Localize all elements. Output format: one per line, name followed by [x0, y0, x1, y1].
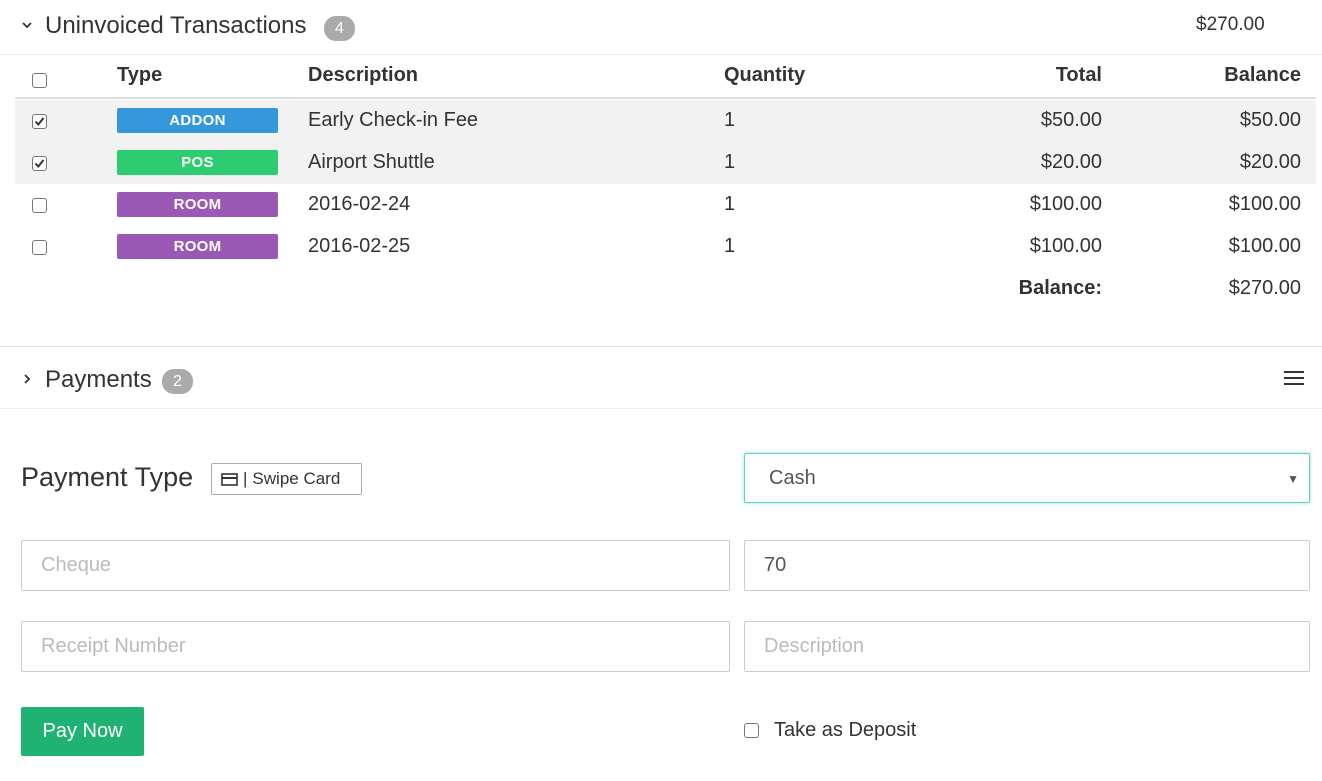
row-checkbox[interactable] [32, 240, 47, 255]
select-all-checkbox[interactable] [32, 73, 47, 88]
type-tag: ROOM [117, 192, 278, 217]
balance-label: Balance: [1018, 277, 1102, 299]
chevron-down-icon[interactable] [20, 18, 34, 32]
table-row[interactable]: ROOM 2016-02-24 1 $100.00 $100.00 [15, 184, 1316, 226]
checkmark-icon [34, 159, 45, 169]
table-row[interactable]: POS Airport Shuttle 1 $20.00 $20.00 [15, 142, 1316, 184]
payment-method-select[interactable]: Cash ▼ [744, 453, 1310, 503]
column-header-total: Total [1055, 64, 1102, 86]
row-balance: $20.00 [1239, 151, 1301, 173]
description-placeholder: Description [764, 635, 865, 657]
column-header-type: Type [117, 64, 163, 86]
row-quantity: 1 [724, 193, 736, 215]
table-row[interactable]: ADDON Early Check-in Fee 1 $50.00 $50.00 [15, 100, 1316, 142]
take-as-deposit-label: Take as Deposit [774, 719, 917, 741]
row-total: $50.00 [1040, 109, 1102, 131]
payment-method-value: Cash [769, 466, 816, 489]
type-tag: POS [117, 150, 278, 175]
payment-type-label: Payment Type [21, 462, 194, 492]
pay-now-button[interactable]: Pay Now [21, 707, 144, 756]
row-balance: $100.00 [1228, 193, 1301, 215]
row-balance: $100.00 [1228, 235, 1301, 257]
balance-value: $270.00 [1228, 277, 1301, 299]
payments-title[interactable]: Payments [45, 366, 152, 394]
type-tag: ADDON [117, 108, 278, 133]
row-total: $20.00 [1040, 151, 1102, 173]
chevron-right-icon[interactable] [20, 372, 34, 386]
uninvoiced-count-badge: 4 [324, 16, 355, 41]
divider [0, 54, 1322, 55]
row-quantity: 1 [724, 235, 736, 257]
cheque-placeholder: Cheque [41, 554, 112, 576]
row-quantity: 1 [724, 151, 736, 173]
swipe-card-button[interactable]: | Swipe Card [211, 463, 362, 495]
description-input[interactable]: Description [744, 621, 1310, 672]
payments-count-badge: 2 [162, 369, 193, 394]
row-description: Early Check-in Fee [308, 109, 479, 131]
row-description: Airport Shuttle [308, 151, 435, 173]
column-header-quantity: Quantity [724, 64, 806, 86]
row-total: $100.00 [1029, 193, 1102, 215]
uninvoiced-total: $270.00 [1196, 14, 1265, 35]
receipt-number-input[interactable]: Receipt Number [21, 621, 730, 672]
row-checkbox[interactable] [32, 198, 47, 213]
row-description: 2016-02-24 [308, 193, 411, 215]
checkmark-icon [34, 117, 45, 127]
divider [0, 408, 1322, 409]
type-tag: ROOM [117, 234, 278, 259]
column-header-description: Description [308, 64, 419, 86]
uninvoiced-title[interactable]: Uninvoiced Transactions [45, 12, 306, 40]
cheque-input[interactable]: Cheque [21, 540, 730, 591]
take-as-deposit-checkbox[interactable] [744, 723, 759, 738]
row-total: $100.00 [1029, 235, 1102, 257]
hamburger-menu-icon[interactable] [1284, 370, 1304, 386]
table-row[interactable]: ROOM 2016-02-25 1 $100.00 $100.00 [15, 226, 1316, 268]
row-quantity: 1 [724, 109, 736, 131]
table-header-border [15, 97, 1316, 99]
receipt-number-placeholder: Receipt Number [41, 635, 186, 657]
row-checkbox[interactable] [32, 156, 47, 171]
row-checkbox[interactable] [32, 114, 47, 129]
amount-input[interactable]: 70 [744, 540, 1310, 591]
swipe-card-label: Swipe Card [252, 469, 341, 488]
row-description: 2016-02-25 [308, 235, 411, 257]
amount-value: 70 [764, 554, 787, 576]
column-header-balance: Balance [1224, 64, 1301, 86]
credit-card-icon [221, 472, 238, 486]
dropdown-caret-icon: ▼ [1287, 472, 1299, 486]
row-balance: $50.00 [1239, 109, 1301, 131]
section-divider [0, 346, 1322, 347]
